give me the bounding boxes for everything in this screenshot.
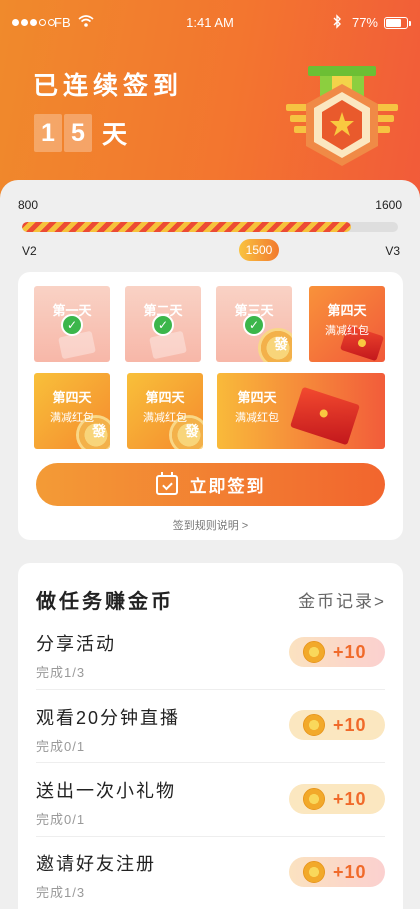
battery-percent: 77% [351,15,378,30]
coin-icon [303,641,325,663]
task-name: 邀请好友注册 [36,854,156,874]
day-reward: 满减红包 [325,325,369,337]
task-progress: 完成1/3 [36,665,86,680]
rules-link[interactable]: 签到规则说明 > [18,517,403,533]
task-name: 分享活动 [36,634,116,654]
task-row: 分享活动 完成1/3 +10 [36,630,385,704]
level-to: V3 [385,244,400,258]
day-card-6[interactable]: 發 第四天 满减红包 [127,373,203,449]
day-label: 第四天 [52,390,92,405]
streak-digit: 5 [64,114,92,152]
task-row: 送出一次小礼物 完成0/1 +10 [36,777,385,851]
day-card-7[interactable]: 第四天 满减红包 [217,373,385,449]
reward-value: +10 [333,714,367,735]
medal-icon [286,66,398,166]
reward-button[interactable]: +10 [289,710,385,740]
day-reward: 满减红包 [235,412,279,424]
divider [36,689,385,690]
day-card-5[interactable]: 發 第四天 满减红包 [34,373,110,449]
reward-button[interactable]: +10 [289,637,385,667]
divider [36,836,385,837]
task-name: 观看20分钟直播 [36,708,181,728]
coin-icon [303,714,325,736]
streak-digit: 1 [34,114,62,152]
phone-icon [149,330,187,360]
day-card-1[interactable]: 第一天 ✓ [34,286,110,362]
level-from: V2 [22,244,37,258]
task-row: 邀请好友注册 完成1/3 +10 [36,850,385,909]
day-label: 第四天 [237,390,277,405]
day-reward: 满减红包 [143,412,187,424]
reward-button[interactable]: +10 [289,857,385,887]
check-icon: ✓ [61,314,83,336]
bluetooth-icon [332,14,342,32]
day-card-2[interactable]: 第二天 ✓ [125,286,201,362]
red-envelope-icon [289,386,361,446]
signin-button-label: 立即签到 [189,477,266,496]
coin-icon [303,861,325,883]
clock: 1:41 AM [186,15,234,30]
coin-char: 發 [274,336,288,352]
page-title: 已连续签到 [33,72,184,100]
check-icon: ✓ [243,314,265,336]
progress-track [22,222,398,232]
task-progress: 完成0/1 [36,739,86,754]
check-icon: ✓ [152,314,174,336]
task-name: 送出一次小礼物 [36,781,176,801]
status-bar: FB 1:41 AM 77% [12,14,411,36]
day-reward: 满减红包 [50,412,94,424]
task-progress: 完成0/1 [36,812,86,827]
streak-counter: 1 5 天 [34,114,127,152]
phone-icon [58,330,96,360]
task-progress: 完成1/3 [36,885,86,900]
progress-min: 800 [18,198,39,212]
battery-icon [384,17,411,29]
day-card-4[interactable]: 第四天 满减红包 [309,286,385,362]
signin-button[interactable]: 立即签到 [36,463,385,506]
calendar-check-icon [155,471,178,495]
streak-unit: 天 [102,121,128,149]
day-label: 第四天 [145,390,185,405]
coin-log-link[interactable]: 金币记录> [298,587,386,612]
progress-fill [22,222,351,232]
reward-value: +10 [333,788,367,809]
reward-value: +10 [333,641,367,662]
divider [36,762,385,763]
coin-icon [303,788,325,810]
reward-button[interactable]: +10 [289,784,385,814]
day-card-3[interactable]: 發 第三天 ✓ [216,286,292,362]
progress-current-badge: 1500 [239,239,279,261]
progress-max: 1600 [375,198,402,212]
reward-value: +10 [333,861,367,882]
task-row: 观看20分钟直播 完成0/1 +10 [36,704,385,778]
day-label: 第四天 [327,303,367,318]
task-section-title: 做任务赚金币 [36,591,174,613]
